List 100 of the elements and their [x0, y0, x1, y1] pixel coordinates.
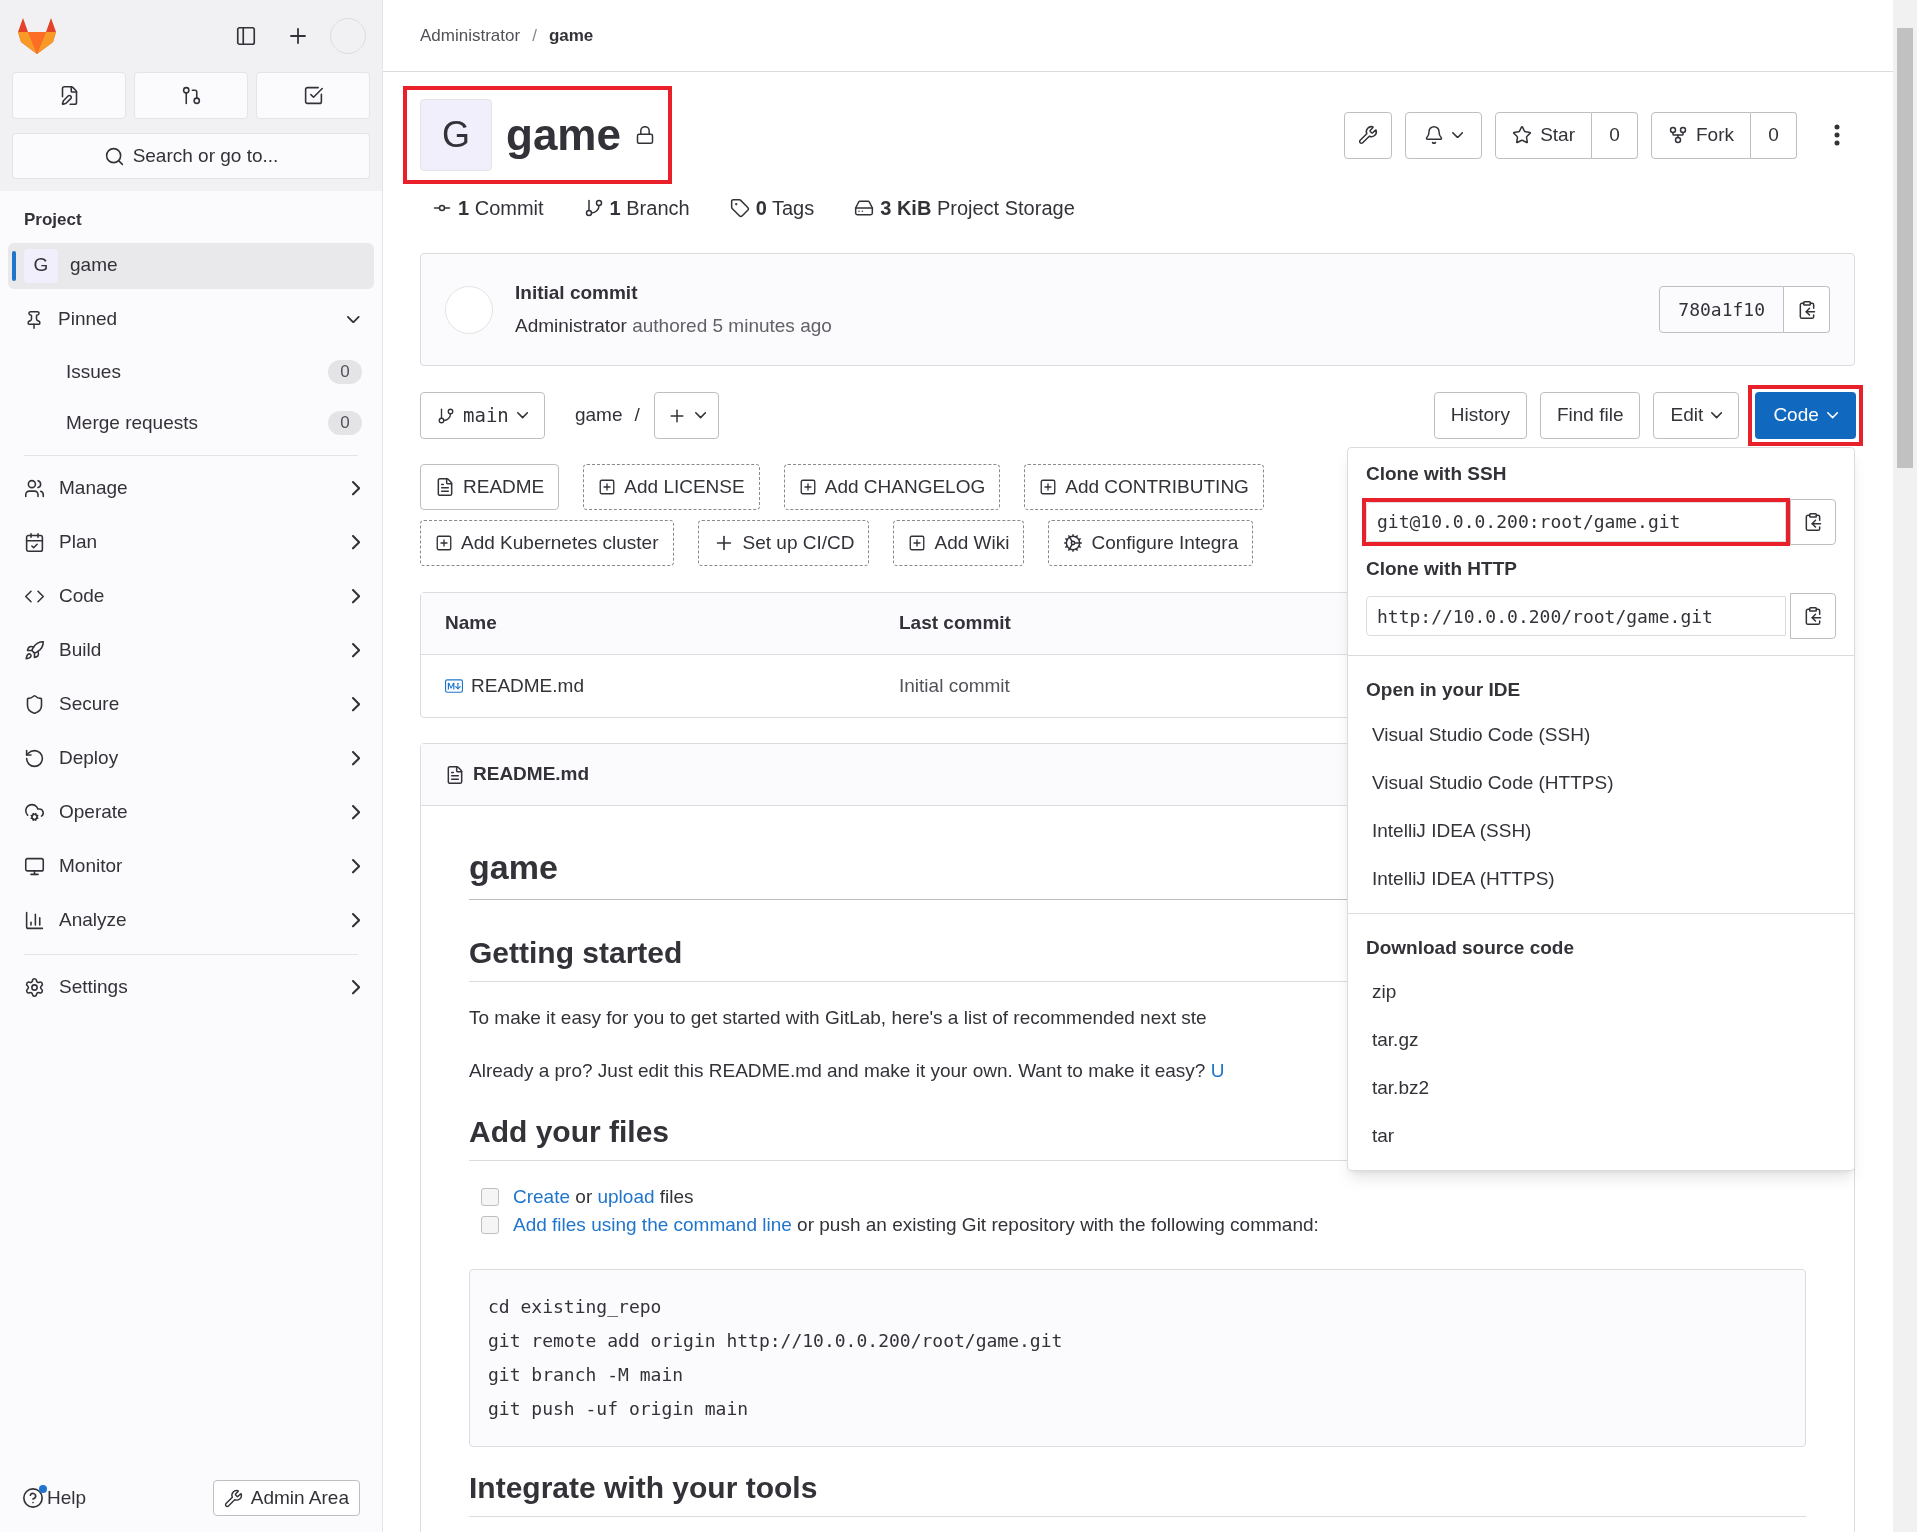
settings-button[interactable] — [1343, 111, 1392, 159]
shortcut-button[interactable]: Add CONTRIBUTING — [1024, 464, 1264, 510]
cloud-gear-icon — [24, 802, 45, 823]
ide-menu-item[interactable]: IntelliJ IDEA (HTTPS) — [1366, 854, 1836, 903]
admin-area-button[interactable]: Admin Area — [212, 1480, 360, 1516]
pinned-item[interactable]: Merge requests 0 — [8, 397, 374, 449]
download-menu-item[interactable]: zip — [1366, 968, 1836, 1016]
project-stat-link[interactable]: 1 Branch — [583, 193, 690, 223]
bar-chart-icon — [24, 910, 45, 931]
toolbar-button[interactable]: Find file — [1539, 392, 1641, 439]
sidebar-nav-item[interactable]: Build — [8, 623, 374, 678]
scrollbar[interactable] — [1893, 0, 1917, 1532]
text-link[interactable]: Create — [513, 1185, 571, 1207]
chevron-down-icon — [1711, 412, 1723, 419]
commit-message-link[interactable]: Initial commit — [899, 671, 1010, 701]
sidebar-nav-item[interactable]: Operate — [8, 785, 374, 840]
sidebar-nav-item[interactable]: Analyze — [8, 893, 374, 948]
people-icon — [24, 478, 45, 499]
clone-url-field[interactable]: git@10.0.0.200:root/game.git — [1366, 501, 1786, 542]
breadcrumb-separator: / — [532, 24, 537, 47]
fox-logo-icon[interactable] — [17, 17, 57, 55]
document-icon — [445, 764, 465, 785]
chevron-right-icon — [351, 535, 360, 550]
commit-title[interactable]: Initial commit — [515, 279, 1660, 308]
sidebar-nav-item[interactable]: Plan — [8, 515, 374, 570]
breadcrumb-link[interactable]: game — [548, 22, 594, 49]
add-to-tree-button[interactable] — [653, 392, 719, 439]
pinned-section-toggle[interactable]: Pinned — [8, 292, 374, 347]
text-link[interactable]: Add files using the command line — [513, 1213, 792, 1235]
sidebar-nav-item[interactable]: Secure — [8, 677, 374, 732]
file-link[interactable]: README.md — [421, 671, 899, 701]
shortcut-button[interactable]: Set up CI/CD — [697, 520, 870, 566]
plus-square-icon — [435, 534, 453, 552]
shortcut-button[interactable]: Add Kubernetes cluster — [420, 520, 674, 566]
download-menu-item[interactable]: tar.bz2 — [1366, 1064, 1836, 1112]
fork-count[interactable]: 0 — [1751, 111, 1797, 159]
path-label: game — [574, 403, 623, 428]
help-link[interactable]: Help — [22, 1483, 87, 1513]
rocket-icon — [24, 640, 45, 661]
chevron-down-icon — [1451, 131, 1464, 139]
help-icon — [22, 1487, 44, 1509]
issues-shortcut-button[interactable] — [12, 72, 126, 119]
sidebar-project-item[interactable]: G game — [8, 242, 374, 289]
rotate-arrow-icon — [24, 748, 45, 769]
toolbar-button[interactable]: History — [1433, 392, 1527, 439]
copy-button[interactable] — [1790, 593, 1836, 639]
task-item-text: Add files using the command line or push an existing Git repository with the following command: — [513, 1212, 1319, 1237]
sidebar-nav-item[interactable]: Code — [8, 569, 374, 624]
sidebar-nav-item[interactable]: Monitor — [8, 839, 374, 894]
storage-icon — [854, 198, 875, 218]
project-avatar: G — [420, 99, 492, 171]
ide-menu-item[interactable]: Visual Studio Code (SSH) — [1366, 710, 1836, 759]
shortcut-button[interactable]: Add Wiki — [893, 520, 1025, 566]
sidebar-nav-item[interactable]: Deploy — [8, 731, 374, 786]
scrollbar-thumb[interactable] — [1897, 28, 1913, 468]
chevron-right-icon — [351, 913, 360, 928]
ide-menu-item[interactable]: Visual Studio Code (HTTPS) — [1366, 758, 1836, 807]
copy-sha-button[interactable] — [1784, 286, 1830, 333]
sidebar-nav-item[interactable]: Settings — [8, 960, 374, 1015]
chevron-right-icon — [351, 859, 360, 874]
download-menu-item[interactable]: tar.gz — [1366, 1016, 1836, 1064]
task-item-text: Create or upload files — [513, 1184, 694, 1209]
commit-sha: 780a1f10 — [1659, 286, 1784, 333]
sidebar-nav-item[interactable]: Manage — [8, 461, 374, 516]
star-count[interactable]: 0 — [1592, 111, 1638, 159]
shortcut-button[interactable]: Add CHANGELOG — [783, 464, 1001, 510]
clone-url-field[interactable]: http://10.0.0.200/root/game.git — [1366, 596, 1786, 636]
pinned-item[interactable]: Issues 0 — [8, 346, 374, 398]
ide-menu-item[interactable]: IntelliJ IDEA (SSH) — [1366, 806, 1836, 855]
project-stat-link[interactable]: 3 KiB Project Storage — [854, 193, 1075, 223]
project-stat-link[interactable]: 1 Commit — [432, 193, 544, 223]
chevron-down-icon — [347, 315, 360, 324]
settings-icon — [24, 977, 45, 998]
edit-button[interactable]: Edit — [1653, 392, 1740, 439]
download-menu-item[interactable]: tar — [1366, 1112, 1836, 1160]
branch-selector[interactable]: main — [420, 392, 545, 439]
chevron-right-icon — [351, 481, 360, 496]
notifications-button[interactable] — [1404, 111, 1483, 159]
star-button[interactable]: Star — [1495, 111, 1592, 159]
fork-button[interactable]: Fork — [1651, 111, 1751, 159]
code-line: git branch -M main — [488, 1363, 685, 1387]
project-title: game — [506, 109, 621, 161]
copy-button[interactable] — [1790, 498, 1836, 545]
text-link[interactable]: U — [1210, 1059, 1225, 1081]
code-button[interactable]: Code — [1755, 392, 1856, 439]
plus-square-icon — [908, 534, 927, 552]
more-icon — [1834, 124, 1840, 146]
project-stat-link[interactable]: 0 Tags — [729, 193, 815, 223]
todo-shortcut-button[interactable] — [256, 72, 370, 119]
chevron-right-icon — [351, 643, 360, 658]
breadcrumb-link[interactable]: Administrator — [420, 22, 521, 49]
task-checkbox[interactable] — [481, 1216, 499, 1234]
shortcut-button[interactable]: README — [420, 464, 560, 510]
shortcut-button[interactable]: Configure Integra — [1048, 520, 1254, 566]
shortcut-button[interactable]: Add LICENSE — [583, 464, 760, 510]
branch-icon — [583, 198, 604, 218]
text-link[interactable]: upload — [597, 1185, 655, 1207]
search-field[interactable]: Search or go to... — [12, 133, 370, 179]
chevron-down-icon — [1826, 412, 1838, 419]
task-checkbox[interactable] — [481, 1188, 499, 1206]
